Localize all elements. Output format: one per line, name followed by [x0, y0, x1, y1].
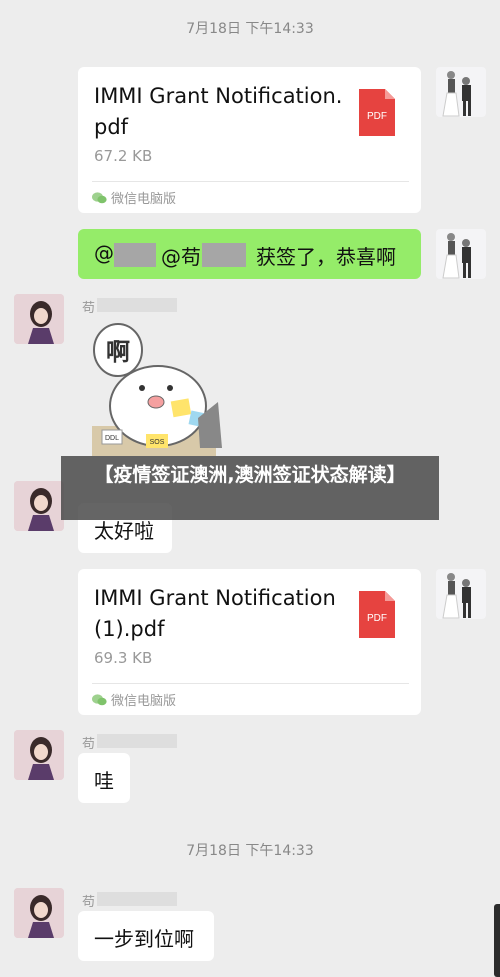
user-avatar[interactable]	[436, 67, 486, 117]
message-text: 获签了，恭喜啊	[256, 245, 396, 269]
file-message-card[interactable]: IMMI Grant Notification.pdf 67.2 KB PDF …	[78, 67, 421, 213]
file-size: 67.2 KB	[94, 147, 153, 165]
duck-sticker-icon: 啊 DDL SOS	[92, 323, 222, 456]
file-source-label: 微信电脑版	[111, 694, 177, 709]
file-message-card[interactable]: IMMI Grant Notification (1).pdf 69.3 KB …	[78, 569, 421, 715]
file-name: IMMI Grant Notification.pdf	[94, 84, 343, 139]
girl-portrait-icon	[14, 294, 64, 344]
file-size: 69.3 KB	[94, 649, 153, 667]
mention-at: @	[94, 241, 114, 265]
timestamp: 7月18日 下午14:33	[186, 843, 314, 859]
file-source: 微信电脑版	[92, 690, 176, 709]
friend-avatar[interactable]	[14, 888, 64, 938]
sender-name: 苟	[82, 895, 96, 910]
sticker-image[interactable]: 啊 DDL SOS	[80, 318, 230, 458]
sticker-note-label: SOS	[150, 439, 165, 446]
user-avatar[interactable]	[436, 229, 486, 279]
mosaic-mask	[114, 243, 156, 267]
timestamp: 7月18日 下午14:33	[186, 21, 314, 37]
girl-portrait-icon	[14, 730, 64, 780]
pdf-file-icon: PDF	[359, 89, 395, 136]
file-source: 微信电脑版	[92, 188, 176, 207]
sticker-text: 啊	[106, 338, 130, 366]
friend-avatar[interactable]	[14, 730, 64, 780]
wedding-photo-icon	[442, 233, 471, 279]
sender-name: 苟	[82, 301, 96, 316]
pdf-file-icon: PDF	[359, 591, 395, 638]
sent-message-bubble[interactable]: @ @苟 获签了，恭喜啊	[78, 229, 421, 279]
scrollbar[interactable]	[494, 904, 500, 977]
pdf-icon-label: PDF	[367, 111, 387, 122]
mosaic-mask	[97, 298, 177, 312]
wechat-icon	[92, 693, 107, 705]
friend-avatar[interactable]	[14, 481, 64, 531]
received-message-bubble[interactable]: 哇	[78, 753, 130, 803]
file-name: IMMI Grant Notification (1).pdf	[94, 586, 336, 641]
mosaic-mask	[202, 243, 246, 267]
friend-avatar[interactable]	[14, 294, 64, 344]
user-avatar[interactable]	[436, 569, 486, 619]
wechat-icon	[92, 191, 107, 203]
received-message-bubble[interactable]: 一步到位啊	[78, 911, 214, 961]
mosaic-mask	[97, 892, 177, 906]
divider	[92, 181, 409, 182]
wedding-photo-icon	[442, 71, 471, 117]
girl-portrait-icon	[14, 888, 64, 938]
wedding-photo-icon	[442, 573, 471, 619]
message-text: 一步到位啊	[94, 927, 194, 951]
file-source-label: 微信电脑版	[111, 192, 177, 207]
title-banner: 【疫情签证澳洲,澳洲签证状态解读】	[61, 456, 439, 520]
girl-portrait-icon	[14, 481, 64, 531]
mention-name: @苟	[161, 245, 201, 269]
divider	[92, 683, 409, 684]
sticker-note-label: DDL	[105, 435, 119, 442]
sender-name: 苟	[82, 737, 96, 752]
mosaic-mask	[97, 734, 177, 748]
pdf-icon-label: PDF	[367, 613, 387, 624]
message-text: 哇	[94, 769, 114, 793]
